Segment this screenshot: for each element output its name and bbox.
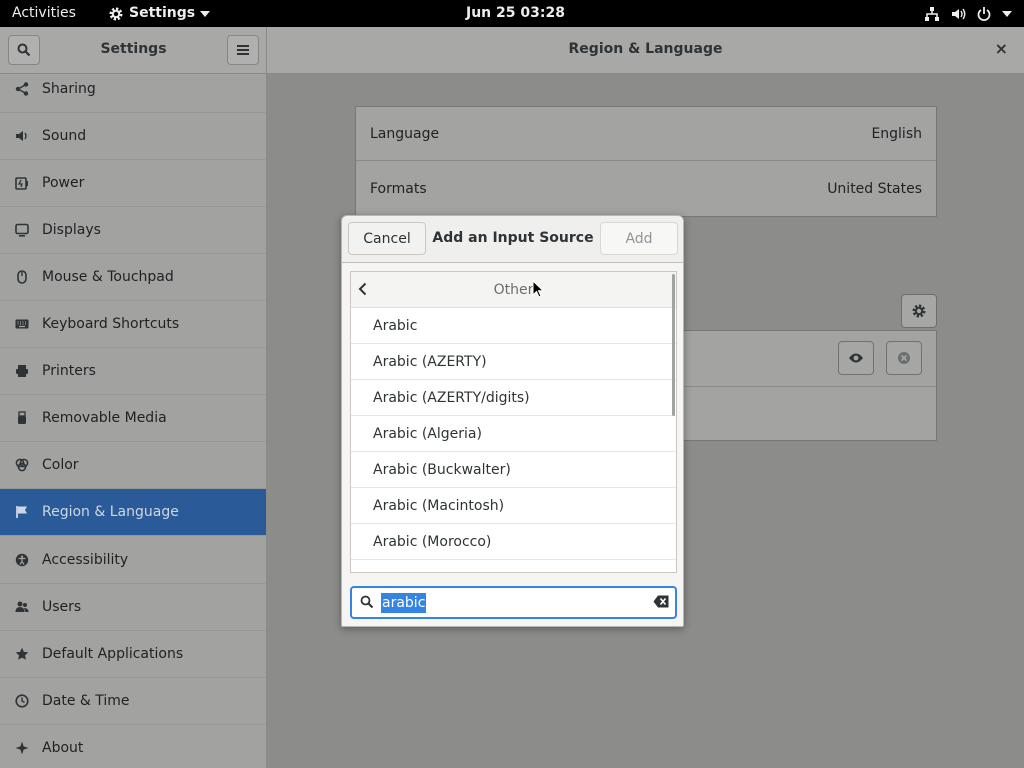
sidebar-item-label: Users	[42, 599, 82, 615]
formats-row[interactable]: Formats United States	[356, 162, 936, 216]
gear-icon	[109, 7, 123, 20]
dialog-title: Add an Input Source	[432, 230, 594, 246]
sidebar-item-label: Keyboard Shortcuts	[42, 316, 180, 332]
page-title: Region & Language	[568, 41, 723, 57]
sidebar-item-displays[interactable]: Displays	[0, 207, 266, 254]
mouse-icon	[14, 269, 30, 285]
star-icon	[14, 646, 30, 662]
eye-icon	[849, 353, 863, 363]
list-item[interactable]: Arabic (AZERTY/digits)	[351, 380, 676, 416]
activities-button[interactable]: Activities	[12, 0, 76, 27]
language-value: English	[871, 125, 922, 142]
system-menu[interactable]	[924, 0, 1012, 27]
sidebar-item-label: Region & Language	[42, 504, 179, 520]
sidebar-item-label: Printers	[42, 363, 96, 379]
sidebar-item-color[interactable]: Color	[0, 442, 266, 489]
color-icon	[14, 457, 30, 473]
sidebar-item-label: Date & Time	[42, 693, 130, 709]
sidebar-item-label: Sound	[42, 128, 87, 144]
volume-icon	[952, 8, 966, 19]
hamburger-icon	[237, 45, 249, 55]
sidebar-item-accessibility[interactable]: Accessibility	[0, 537, 266, 584]
remove-button[interactable]	[886, 341, 922, 375]
chevron-down-icon	[1002, 10, 1012, 17]
speaker-icon	[14, 128, 30, 144]
sidebar-headerbar: Settings	[0, 27, 267, 74]
sidebar-item-about[interactable]: About	[0, 725, 266, 768]
add-button[interactable]: Add	[600, 222, 678, 255]
app-menu[interactable]: Settings	[108, 0, 211, 27]
search-input[interactable]: arabic	[350, 586, 677, 619]
primary-menu-button[interactable]	[227, 35, 259, 65]
list-item[interactable]: Arabic (AZERTY)	[351, 344, 676, 380]
mouse-cursor-icon	[532, 280, 544, 298]
sidebar-item-printers[interactable]: Printers	[0, 348, 266, 395]
power-icon	[977, 6, 991, 21]
sidebar-item-label: Color	[42, 457, 79, 473]
cancel-button[interactable]: Cancel	[348, 222, 426, 255]
app-menu-label: Settings	[129, 5, 196, 21]
language-label: Language	[370, 125, 440, 142]
clear-icon[interactable]	[653, 595, 669, 612]
language-formats-panel: Language English Formats United States	[355, 106, 937, 217]
sidebar-item-date-time[interactable]: Date & Time	[0, 678, 266, 725]
power-icon	[14, 175, 30, 191]
sidebar-item-label: About	[42, 740, 84, 756]
list-item[interactable]: Arabic (Morocco)	[351, 524, 676, 560]
sidebar-item-power[interactable]: Power	[0, 160, 266, 207]
content-headerbar: Region & Language ×	[267, 27, 1024, 74]
sidebar-item-default-applications[interactable]: Default Applications	[0, 631, 266, 678]
remove-icon	[898, 352, 910, 364]
display-icon	[14, 222, 30, 238]
list-item[interactable]: Arabic (Buckwalter)	[351, 452, 676, 488]
language-row[interactable]: Language English	[356, 107, 936, 161]
list-item[interactable]: Arabic	[351, 308, 676, 344]
list-item-partial[interactable]	[351, 560, 676, 572]
sidebar-item-keyboard-shortcuts[interactable]: Keyboard Shortcuts	[0, 301, 266, 348]
preview-button[interactable]	[838, 341, 874, 375]
sidebar-item-label: Power	[42, 175, 85, 191]
sidebar-item-label: Displays	[42, 222, 101, 238]
users-icon	[14, 599, 30, 615]
list-item[interactable]: Arabic (Algeria)	[351, 416, 676, 452]
accessibility-icon	[14, 552, 30, 568]
usb-icon	[14, 410, 30, 426]
sidebar-item-label: Removable Media	[42, 410, 167, 426]
formats-label: Formats	[370, 181, 427, 197]
about-icon	[14, 740, 30, 756]
sidebar-item-sound[interactable]: Sound	[0, 113, 266, 160]
sidebar-item-sharing[interactable]: Sharing	[0, 74, 266, 113]
clock[interactable]: Jun 25 03:28	[466, 0, 565, 27]
network-icon	[925, 6, 939, 21]
gear-icon	[912, 304, 926, 318]
clock-icon	[14, 693, 30, 709]
list-title: Other	[493, 282, 534, 298]
sidebar: Sharing Sound Power Displays Mouse & Tou…	[0, 74, 267, 768]
sidebar-item-label: Mouse & Touchpad	[42, 269, 174, 285]
close-button[interactable]: ×	[995, 39, 1008, 58]
list-scrollbar[interactable]	[672, 274, 675, 416]
sidebar-item-region-language[interactable]: Region & Language	[0, 489, 266, 536]
add-input-source-dialog: Cancel Add an Input Source Add Other Ara…	[341, 215, 684, 627]
formats-value: United States	[827, 181, 922, 197]
top-bar: Activities Settings Jun 25 03:28	[0, 0, 1024, 27]
keyboard-icon	[14, 316, 30, 332]
search-icon	[360, 595, 374, 613]
share-icon	[14, 81, 30, 97]
sidebar-item-mouse-touchpad[interactable]: Mouse & Touchpad	[0, 254, 266, 301]
dialog-headerbar: Cancel Add an Input Source Add	[342, 216, 683, 263]
sidebar-item-label: Sharing	[42, 81, 96, 97]
input-source-options-button[interactable]	[901, 294, 937, 328]
list-item[interactable]: Arabic (Macintosh)	[351, 488, 676, 524]
search-input-value: arabic	[381, 593, 427, 613]
list-header[interactable]: Other	[351, 272, 676, 308]
sidebar-item-removable-media[interactable]: Removable Media	[0, 395, 266, 442]
printer-icon	[14, 363, 30, 379]
chevron-down-icon	[200, 10, 211, 17]
sidebar-item-users[interactable]: Users	[0, 584, 266, 631]
sidebar-item-label: Default Applications	[42, 646, 184, 662]
flag-icon	[14, 504, 30, 520]
input-source-list: Other Arabic Arabic (AZERTY) Arabic (AZE…	[350, 271, 677, 573]
sidebar-item-label: Accessibility	[42, 552, 129, 568]
